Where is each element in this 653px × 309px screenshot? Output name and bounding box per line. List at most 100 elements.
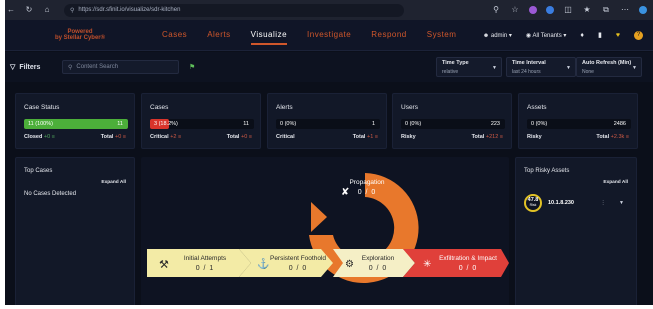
top-risky-assets-panel: Top Risky Assets Expand All 47.8 Risk 10…: [515, 157, 637, 309]
tab-cases[interactable]: Cases: [162, 26, 187, 45]
tag-filter-icon[interactable]: ⚑: [189, 63, 195, 71]
progress-bar: 0 (0%) 2486: [527, 119, 631, 129]
bar-right-text: 11: [117, 121, 123, 127]
sub-right: Total +0 ≡: [101, 134, 126, 140]
extension-icon[interactable]: [546, 6, 554, 14]
collections-icon[interactable]: ⧉: [601, 5, 611, 15]
initial-attempts-count: 0 / 1: [195, 265, 215, 272]
alerts-card[interactable]: Alerts 0 (0%) 1 Critical Total +1 ≡: [267, 93, 387, 149]
sub-label: Total: [471, 134, 485, 140]
time-interval-label: Time Interval: [512, 60, 546, 66]
asset-ip: 10.1.8.230: [548, 200, 574, 206]
kill-chain-graphic: ⚒ ⚓ ⚙ ✳ ✘: [147, 173, 509, 283]
search-input[interactable]: ⚲ Content Search: [62, 60, 179, 74]
delta-text: +0 ≡: [240, 134, 252, 140]
split-screen-icon[interactable]: ◫: [563, 5, 573, 15]
sub-label: Critical: [150, 134, 169, 140]
auto-refresh-select[interactable]: Auto Refresh (Min) None ▼: [576, 57, 642, 77]
sub-label: Critical: [276, 134, 295, 140]
card-title: Users: [401, 104, 418, 111]
initial-attempts-label: Initial Attempts: [183, 255, 227, 262]
chevron-exfiltration[interactable]: [403, 249, 509, 277]
top-cases-panel: Top Cases Expand All No Cases Detected: [15, 157, 135, 309]
asset-actions[interactable]: ⋮ ▼: [601, 200, 630, 206]
expand-all-button[interactable]: Expand All: [603, 180, 628, 185]
search-icon: ⚲: [68, 64, 73, 71]
tenant-menu[interactable]: ◉ All Tenants ▾: [526, 32, 567, 39]
filter-bar: ▽ Filters ⚲ Content Search ⚑ Time Type r…: [0, 52, 653, 82]
tenant-name: All Tenants: [532, 32, 562, 39]
brand-logo[interactable]: Powered by Stellar Cyber®: [10, 29, 150, 41]
zoom-icon[interactable]: ⚲: [491, 5, 501, 15]
tab-system[interactable]: System: [427, 26, 457, 45]
time-interval-select[interactable]: Time Interval last 24 hours ▼: [506, 57, 576, 77]
propagation-count: 0 / 0: [357, 189, 377, 196]
app-navbar: Powered by Stellar Cyber® Cases Alerts V…: [0, 20, 653, 51]
cases-card[interactable]: Cases 3 (18.2%) 11 Critical +2 ≡ Total +…: [141, 93, 261, 149]
bookmark-icon[interactable]: ▮: [598, 31, 602, 39]
risk-label: Risk: [529, 203, 537, 207]
kill-chain-panel: ⚒ ⚓ ⚙ ✳ ✘ Initial Attempts 0 / 1 Persist…: [141, 157, 509, 309]
sub-left: Critical: [276, 134, 295, 140]
copilot-icon[interactable]: [639, 6, 647, 14]
progress-bar: 3 (18.2%) 11: [150, 119, 254, 129]
filter-icon: ▽: [10, 64, 16, 71]
address-bar[interactable]: ⚲ https://sdr.sfinit.io/visualize/sdr-ki…: [64, 3, 404, 17]
chevron-persistent[interactable]: [239, 249, 333, 277]
favorites-icon[interactable]: ★: [582, 5, 592, 15]
auto-refresh-label: Auto Refresh (Min): [582, 60, 632, 66]
back-icon[interactable]: ←: [6, 5, 16, 15]
hacker-icon: ⚒: [159, 259, 169, 271]
brand-line-2: by Stellar Cyber®: [54, 35, 106, 41]
assets-card[interactable]: Assets 0 (0%) 2486 Risky Total +2.3k ≡: [518, 93, 638, 149]
sub-label: Total: [100, 134, 114, 140]
tab-alerts[interactable]: Alerts: [207, 26, 230, 45]
delta-text: +0 ≡: [43, 134, 55, 140]
user-menu[interactable]: ☻ admin ▾: [483, 32, 512, 39]
heart-icon[interactable]: ♥: [616, 32, 620, 39]
exploration-label: Exploration: [361, 255, 395, 262]
filters-toggle[interactable]: ▽ Filters: [10, 63, 62, 72]
time-type-label: Time Type: [442, 60, 469, 66]
panel-title: Top Cases: [24, 168, 53, 174]
search-placeholder: Content Search: [76, 64, 119, 70]
tab-respond[interactable]: Respond: [371, 26, 407, 45]
sub-label: Risky: [401, 134, 416, 140]
bell-icon[interactable]: ♦: [580, 32, 584, 39]
help-icon[interactable]: ?: [634, 30, 643, 40]
chevron-down-icon: ▼: [492, 65, 497, 71]
tab-investigate[interactable]: Investigate: [307, 26, 351, 45]
expand-all-button[interactable]: Expand All: [101, 180, 126, 185]
reload-icon[interactable]: ↻: [24, 5, 34, 15]
bar-left-text: 0 (0%): [280, 121, 297, 127]
empty-state-text: No Cases Detected: [24, 191, 77, 197]
chevron-down-icon: ▼: [632, 65, 637, 71]
bar-right-text: 223: [490, 121, 500, 127]
bar-left-text: 0 (0%): [405, 121, 422, 127]
extension-icon[interactable]: [529, 6, 537, 14]
sub-left: Risky: [527, 134, 542, 140]
star-icon[interactable]: ☆: [510, 5, 520, 15]
time-type-select[interactable]: Time Type relative ▼: [436, 57, 502, 77]
risk-score-badge: 47.8 Risk: [524, 194, 542, 212]
home-icon[interactable]: ⌂: [42, 5, 52, 15]
sub-right: Total +0 ≡: [227, 134, 252, 140]
auto-refresh-value: None: [582, 69, 594, 75]
users-card[interactable]: Users 0 (0%) 223 Risky Total +212 ≡: [392, 93, 512, 149]
user-name: admin: [490, 32, 508, 39]
sub-label: Total: [226, 134, 240, 140]
asset-row[interactable]: 47.8 Risk 10.1.8.230 ⋮ ▼: [524, 192, 630, 214]
filters-label: Filters: [19, 63, 41, 71]
exfiltration-count: 0 / 0: [458, 265, 478, 272]
more-icon[interactable]: ⋯: [620, 5, 630, 15]
progress-bar: 0 (0%) 1: [276, 119, 380, 129]
tab-visualize[interactable]: Visualize: [250, 26, 288, 45]
bar-right-text: 11: [243, 121, 249, 127]
delta-text: +0 ≡: [114, 134, 126, 140]
delta-text: +1 ≡: [366, 134, 378, 140]
bar-left-text: 11 (100%): [28, 121, 53, 127]
card-title: Assets: [527, 104, 547, 111]
delta-text: +2 ≡: [170, 134, 182, 140]
delta-text: +2.3k ≡: [610, 134, 629, 140]
case-status-card[interactable]: Case Status 11 (100%) 11 Closed +0 ≡ Tot…: [15, 93, 135, 149]
